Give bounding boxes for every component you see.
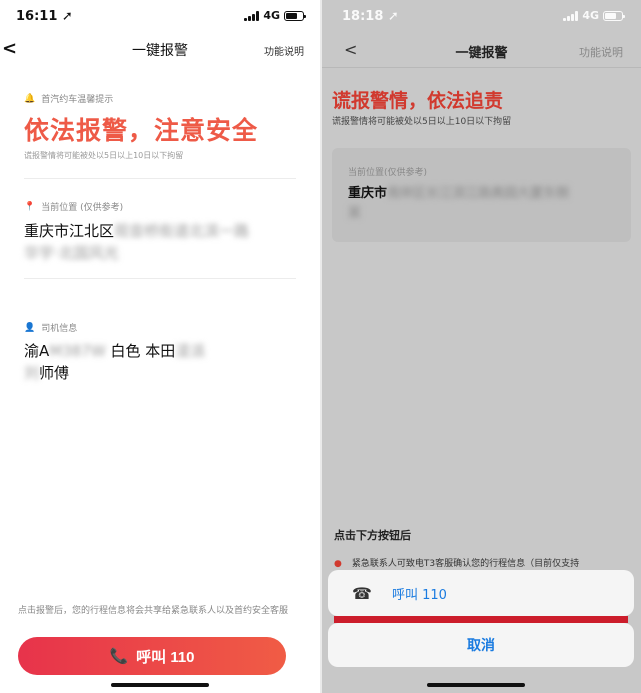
divider bbox=[24, 278, 296, 279]
driver-name-suffix: 师傅 bbox=[39, 364, 70, 382]
battery-icon bbox=[284, 10, 306, 21]
bullet-dot: ● bbox=[334, 559, 342, 569]
help-link[interactable]: 功能说明 bbox=[579, 44, 623, 60]
right-screen: 18:18 ➚ 4G < 一键报警 功能说明 谎报警情，依法追责 谎报警情将可能… bbox=[322, 0, 641, 693]
driver-label: 👤 司机信息 bbox=[24, 321, 78, 335]
help-link[interactable]: 功能说明 bbox=[264, 43, 304, 58]
location-label: 当前位置(仅供参考) bbox=[348, 168, 428, 178]
location-label-text: 当前位置 (仅供参考) bbox=[41, 203, 124, 213]
footer-note: 点击报警后，您的行程信息将会共享给紧急联系人以及首约安全客服 bbox=[18, 606, 289, 616]
false-report-headline: 谎报警情，依法追责 bbox=[332, 90, 504, 112]
location-pin-icon: 📍 bbox=[24, 201, 36, 212]
bullet-text: 紧急联系人可致电T3客服确认您的行程信息（目前仅支持 bbox=[351, 559, 580, 569]
phone-icon: ☎ bbox=[352, 583, 372, 603]
sheet-call-110-button[interactable]: ☎ 呼叫 110 bbox=[328, 570, 634, 616]
safety-headline: 依法报警，注意安全 bbox=[24, 116, 259, 145]
address-blurred: 南岸区长江滨江路奥园大厦东侧 bbox=[387, 186, 570, 201]
address-blurred-line2: 某 bbox=[348, 206, 362, 221]
nav-bar: < 一键报警 功能说明 bbox=[322, 32, 641, 68]
status-icons: 4G bbox=[244, 9, 306, 22]
status-bar: 16:11 ➚ 4G bbox=[0, 0, 320, 34]
plate-prefix: 渝A bbox=[24, 342, 50, 360]
driver-label-text: 司机信息 bbox=[41, 324, 78, 334]
call-110-label: 呼叫 110 bbox=[136, 648, 195, 666]
status-time: 18:18 ➚ bbox=[342, 9, 399, 24]
sheet-cancel-button[interactable]: 取消 bbox=[328, 623, 634, 667]
tip-label: 🔔 首汽约车温馨提示 bbox=[24, 92, 114, 106]
battery-icon bbox=[603, 10, 625, 21]
car-info: 白色 本田 bbox=[110, 342, 176, 360]
info-bullet: ● 紧急联系人可致电T3客服确认您的行程信息（目前仅支持 bbox=[334, 556, 639, 569]
home-indicator bbox=[427, 683, 525, 687]
driver-name-blurred: 刘 bbox=[24, 364, 40, 382]
signal-icon bbox=[563, 10, 579, 21]
tip-label-text: 首汽约车温馨提示 bbox=[41, 95, 114, 105]
status-icons: 4G bbox=[563, 9, 625, 22]
left-screen: 16:11 ➚ 4G < 一键报警 功能说明 🔔 首汽约车温馨提示 依法报警，注… bbox=[0, 0, 320, 693]
address-visible: 重庆市 bbox=[348, 186, 388, 201]
call-110-button[interactable]: 📞 呼叫 110 bbox=[18, 637, 286, 675]
phone-icon: 📞 bbox=[109, 648, 129, 665]
status-time: 16:11 ➚ bbox=[16, 9, 73, 24]
plate-blurred: M387W bbox=[49, 342, 106, 360]
warning-text: 谎报警情将可能被处以5日以上10日以下拘留 bbox=[332, 117, 512, 127]
network-label: 4G bbox=[263, 9, 280, 22]
network-label: 4G bbox=[582, 9, 599, 22]
sheet-call-label: 呼叫 110 bbox=[391, 587, 447, 603]
sheet-highlight-bar bbox=[334, 616, 628, 623]
signal-icon bbox=[244, 10, 260, 21]
location-label: 📍 当前位置 (仅供参考) bbox=[24, 200, 124, 214]
current-address: 重庆市南岸区长江滨江路奥园大厦东侧 某 bbox=[348, 184, 618, 224]
status-bar: 18:18 ➚ 4G bbox=[322, 0, 641, 34]
warning-text: 谎报警情将可能被处以5日以上10日以下拘留 bbox=[24, 151, 184, 160]
location-card: 当前位置(仅供参考) 重庆市南岸区长江滨江路奥园大厦东侧 某 bbox=[332, 148, 631, 242]
driver-icon: 👤 bbox=[24, 322, 36, 333]
car-blurred: 凌派 bbox=[175, 342, 206, 360]
bell-icon: 🔔 bbox=[24, 93, 36, 104]
after-click-title: 点击下方按钮后 bbox=[334, 529, 411, 542]
divider bbox=[24, 178, 296, 179]
driver-info: 渝AM387W 白色 本田凌派 刘师傅 bbox=[24, 340, 284, 384]
address-blurred-line2: 华宇·北国风光 bbox=[24, 244, 119, 262]
home-indicator bbox=[111, 683, 209, 687]
current-address: 重庆市江北区观音桥街道北滨一路 华宇·北国风光 bbox=[24, 220, 284, 264]
address-visible: 重庆市江北区 bbox=[24, 222, 115, 240]
nav-bar: < 一键报警 功能说明 bbox=[0, 36, 320, 64]
address-blurred: 观音桥街道北滨一路 bbox=[114, 222, 250, 240]
